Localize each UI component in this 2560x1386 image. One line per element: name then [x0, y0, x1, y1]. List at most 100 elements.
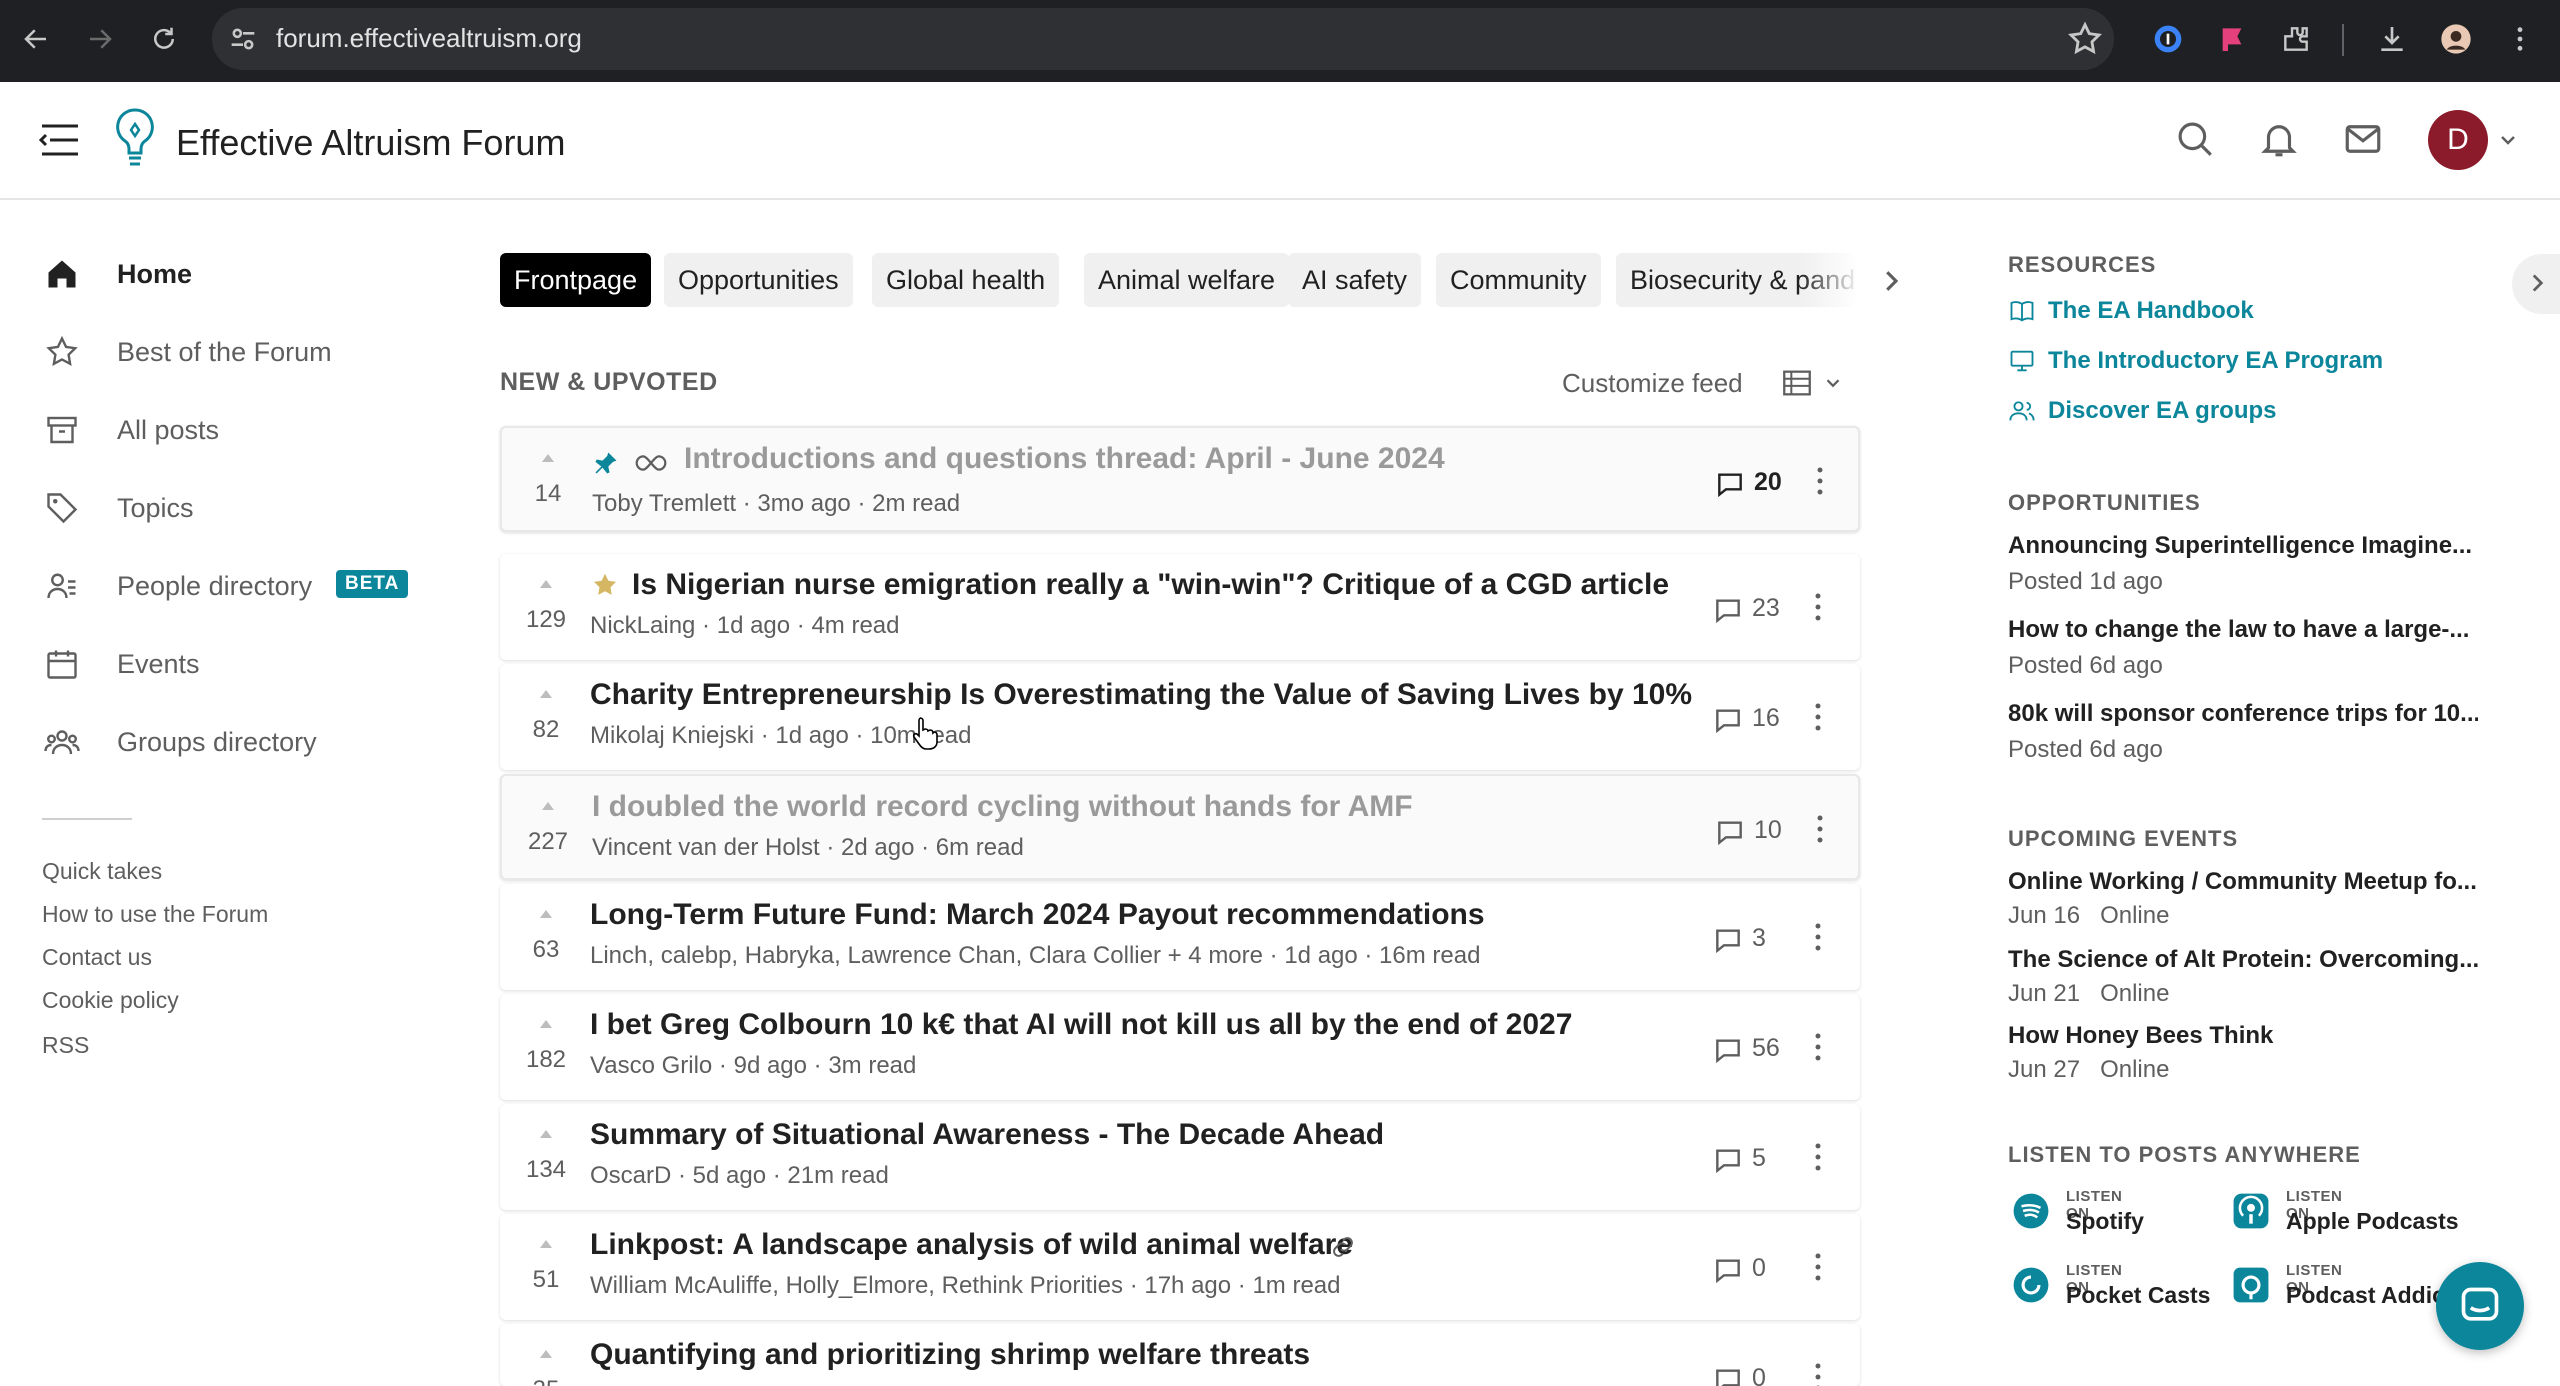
comment-icon[interactable] — [1712, 704, 1744, 736]
sidebar-item-events[interactable]: Events — [0, 634, 440, 694]
post-title[interactable]: Summary of Situational Awareness - The D… — [590, 1118, 1384, 1152]
intro-ea-program-link[interactable]: The Introductory EA Program — [2008, 344, 2383, 378]
post-item[interactable]: 35 Quantifying and prioritizing shrimp w… — [500, 1324, 1860, 1386]
chevron-down-icon[interactable] — [1822, 372, 1844, 394]
cookie-policy-link[interactable]: Cookie policy — [42, 987, 179, 1014]
more-options-icon[interactable] — [1812, 590, 1824, 624]
more-options-icon[interactable] — [1812, 1250, 1824, 1284]
site-settings-icon[interactable] — [226, 22, 260, 56]
tab-global-health[interactable]: Global health — [872, 253, 1060, 307]
opportunity-title[interactable]: 80k will sponsor conference trips for 10… — [2008, 700, 2478, 728]
upvote-icon[interactable] — [540, 452, 556, 464]
download-icon[interactable] — [2372, 19, 2412, 59]
post-item[interactable]: 134 Summary of Situational Awareness - T… — [500, 1104, 1860, 1210]
post-item[interactable]: 82 Charity Entrepreneurship Is Overestim… — [500, 664, 1860, 770]
comment-icon[interactable] — [1712, 1034, 1744, 1066]
site-title[interactable]: Effective Altruism Forum — [176, 122, 565, 164]
sidebar-item-home[interactable]: Home — [0, 244, 440, 304]
ea-handbook-link[interactable]: The EA Handbook — [2008, 294, 2254, 328]
comment-icon[interactable] — [1712, 1364, 1744, 1386]
opportunity-title[interactable]: How to change the law to have a large-..… — [2008, 616, 2478, 644]
comment-count[interactable]: 16 — [1752, 704, 1780, 733]
comment-icon[interactable] — [1714, 468, 1746, 500]
event-title[interactable]: Online Working / Community Meetup fo... — [2008, 868, 2478, 896]
post-item[interactable]: 63 Long-Term Future Fund: March 2024 Pay… — [500, 884, 1860, 990]
tab-frontpage[interactable]: Frontpage — [500, 253, 652, 307]
menu-toggle-icon[interactable] — [38, 122, 82, 158]
chevron-right-icon[interactable] — [1876, 266, 1906, 296]
extensions-puzzle-icon[interactable] — [2276, 19, 2316, 59]
post-title[interactable]: I bet Greg Colbourn 10 k€ that AI will n… — [590, 1008, 1572, 1042]
chevron-down-icon[interactable] — [2496, 128, 2520, 152]
bookmark-star-icon[interactable] — [2066, 20, 2104, 58]
more-options-icon[interactable] — [1814, 464, 1826, 498]
sidebar-collapse-button[interactable] — [2512, 254, 2560, 314]
sidebar-item-groups-directory[interactable]: Groups directory — [0, 712, 440, 772]
upvote-icon[interactable] — [538, 908, 554, 920]
tab-opportunities[interactable]: Opportunities — [664, 253, 853, 307]
post-title[interactable]: Quantifying and prioritizing shrimp welf… — [590, 1338, 1310, 1372]
more-options-icon[interactable] — [1812, 1360, 1824, 1386]
sidebar-item-people-directory[interactable]: People directory BETA — [0, 556, 440, 616]
event-title[interactable]: The Science of Alt Protein: Overcoming..… — [2008, 946, 2478, 974]
post-item[interactable]: 227 I doubled the world record cycling w… — [500, 774, 1860, 880]
upvote-icon[interactable] — [538, 578, 554, 590]
comment-count[interactable]: 20 — [1754, 468, 1782, 497]
reload-icon[interactable] — [142, 17, 186, 61]
sidebar-item-all-posts[interactable]: All posts — [0, 400, 440, 460]
comment-count[interactable]: 23 — [1752, 594, 1780, 623]
comment-count[interactable]: 0 — [1752, 1254, 1766, 1283]
more-options-icon[interactable] — [1814, 812, 1826, 846]
post-title[interactable]: Charity Entrepreneurship Is Overestimati… — [590, 678, 1692, 712]
search-icon[interactable] — [2172, 116, 2218, 162]
comment-count[interactable]: 56 — [1752, 1034, 1780, 1063]
how-to-use-forum-link[interactable]: How to use the Forum — [42, 901, 268, 928]
more-options-icon[interactable] — [1812, 1030, 1824, 1064]
discover-ea-groups-link[interactable]: Discover EA groups — [2008, 394, 2277, 428]
more-options-icon[interactable] — [1812, 920, 1824, 954]
address-bar[interactable]: forum.effectivealtruism.org — [212, 8, 2114, 70]
post-title[interactable]: Long-Term Future Fund: March 2024 Payout… — [590, 898, 1485, 932]
upvote-icon[interactable] — [538, 1348, 554, 1360]
profile-avatar-icon[interactable] — [2436, 19, 2476, 59]
upvote-icon[interactable] — [538, 1128, 554, 1140]
flag-extension-icon[interactable] — [2212, 19, 2252, 59]
upvote-icon[interactable] — [538, 1238, 554, 1250]
post-title[interactable]: Introductions and questions thread: Apri… — [684, 442, 1445, 476]
upvote-icon[interactable] — [538, 688, 554, 700]
comment-count[interactable]: 5 — [1752, 1144, 1766, 1173]
comment-icon[interactable] — [1712, 1144, 1744, 1176]
back-icon[interactable] — [14, 17, 58, 61]
sidebar-item-best-of-forum[interactable]: Best of the Forum — [0, 322, 440, 382]
event-title[interactable]: How Honey Bees Think — [2008, 1022, 2478, 1050]
tab-ai-safety[interactable]: AI safety — [1288, 253, 1422, 307]
notifications-bell-icon[interactable] — [2256, 116, 2302, 162]
sidebar-item-topics[interactable]: Topics — [0, 478, 440, 538]
post-title[interactable]: Is Nigerian nurse emigration really a "w… — [632, 568, 1669, 602]
comment-icon[interactable] — [1712, 924, 1744, 956]
messages-mail-icon[interactable] — [2340, 116, 2386, 162]
post-item[interactable]: 182 I bet Greg Colbourn 10 k€ that AI wi… — [500, 994, 1860, 1100]
more-options-icon[interactable] — [1812, 1140, 1824, 1174]
comment-count[interactable]: 0 — [1752, 1364, 1766, 1386]
post-title[interactable]: I doubled the world record cycling witho… — [592, 790, 1413, 824]
comment-icon[interactable] — [1712, 594, 1744, 626]
more-options-icon[interactable] — [1812, 700, 1824, 734]
rss-link[interactable]: RSS — [42, 1032, 89, 1059]
post-title[interactable]: Linkpost: A landscape analysis of wild a… — [590, 1228, 1353, 1262]
comment-count[interactable]: 3 — [1752, 924, 1766, 953]
customize-feed-button[interactable]: Customize feed — [1562, 368, 1743, 399]
tab-animal-welfare[interactable]: Animal welfare — [1084, 253, 1290, 307]
contact-us-link[interactable]: Contact us — [42, 944, 152, 971]
intercom-chat-button[interactable] — [2436, 1262, 2524, 1350]
tab-community[interactable]: Community — [1436, 253, 1601, 307]
upvote-icon[interactable] — [538, 1018, 554, 1030]
forward-icon[interactable] — [78, 17, 122, 61]
post-item[interactable]: 129 Is Nigerian nurse emigration really … — [500, 554, 1860, 660]
post-item[interactable]: 51 Linkpost: A landscape analysis of wil… — [500, 1214, 1860, 1320]
list-layout-icon[interactable] — [1780, 366, 1814, 400]
quick-takes-link[interactable]: Quick takes — [42, 858, 162, 885]
post-item[interactable]: 14 Introductions and questions thread: A… — [500, 426, 1860, 532]
comment-icon[interactable] — [1712, 1254, 1744, 1286]
browser-menu-icon[interactable] — [2500, 19, 2540, 59]
